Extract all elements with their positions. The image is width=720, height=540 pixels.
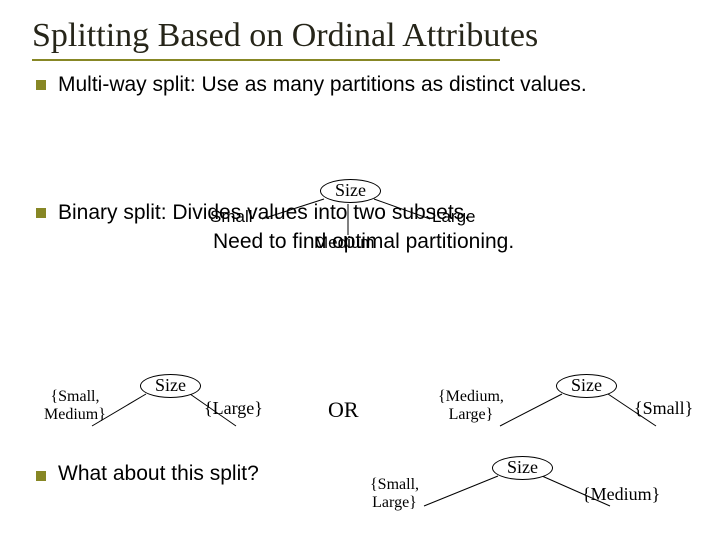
node-size: Size xyxy=(140,374,201,398)
tree-binary-left: Size {Small, Medium} {Large} xyxy=(50,372,280,452)
title-underline xyxy=(32,59,500,61)
leaf-set-medium: {Medium} xyxy=(582,484,660,505)
bullet-lead: Binary split: xyxy=(58,201,167,224)
bullet-what-about: What about this split? xyxy=(36,462,259,486)
node-size: Size xyxy=(556,374,617,398)
tree-binary-right: Size {Medium, Large} {Small} xyxy=(440,372,690,452)
leaf-small: Small xyxy=(210,207,253,227)
bullet-lead: Multi-way split: xyxy=(58,73,196,96)
leaf-set-small-large: {Small, Large} xyxy=(370,476,419,513)
bullet-text: Use as many partitions as distinct value… xyxy=(196,73,587,96)
bullet-multiway: Multi-way split: Use as many partitions … xyxy=(36,71,692,191)
leaf-large: Large xyxy=(432,207,475,227)
leaf-set-small-medium: {Small, Medium} xyxy=(44,388,106,425)
tree-binary-question: Size {Small, Large} {Medium} xyxy=(362,454,662,529)
slide: Splitting Based on Ordinal Attributes Mu… xyxy=(0,0,720,540)
leaf-medium: Medium xyxy=(314,233,374,253)
or-label: OR xyxy=(328,397,359,423)
leaf-set-large: {Large} xyxy=(204,398,263,419)
node-size: Size xyxy=(492,456,553,480)
leaf-set-small: {Small} xyxy=(634,398,693,419)
slide-title: Splitting Based on Ordinal Attributes xyxy=(32,16,692,55)
node-size: Size xyxy=(320,179,381,203)
leaf-set-medium-large: {Medium, Large} xyxy=(438,388,504,425)
tree-multiway: Size Small Medium Large xyxy=(220,177,480,257)
